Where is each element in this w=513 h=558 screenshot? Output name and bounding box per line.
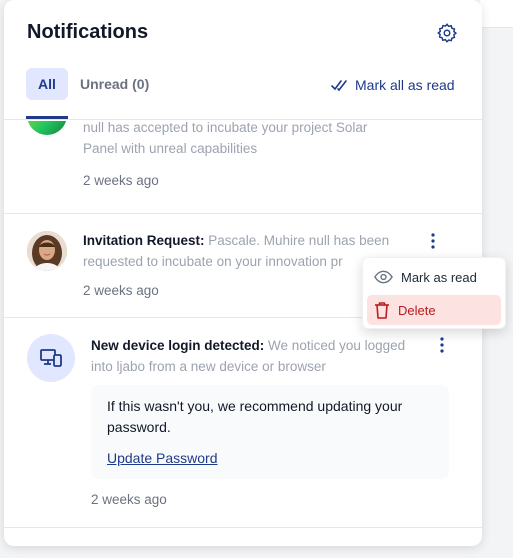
update-password-link[interactable]: Update Password <box>107 450 218 466</box>
context-menu: Mark as read Delete <box>362 257 506 329</box>
notification-list[interactable]: null has accepted to incubate your proje… <box>4 121 482 546</box>
more-options-icon[interactable] <box>435 336 449 354</box>
avatar <box>27 231 67 271</box>
notification-time: 2 weeks ago <box>83 283 159 298</box>
background-header-strip <box>480 0 513 28</box>
delete-menu-item[interactable]: Delete <box>367 295 501 325</box>
tab-active-indicator <box>26 116 68 119</box>
tab-all[interactable]: All <box>26 68 68 100</box>
notification-item[interactable] <box>4 528 482 546</box>
notification-text-line2: Panel with unreal capabilities <box>83 141 258 156</box>
mark-as-read-label: Mark as read <box>401 269 477 285</box>
devices-icon <box>27 334 75 382</box>
mark-all-read-label: Mark all as read <box>355 77 455 93</box>
notification-text-line1: New device login detected: We noticed yo… <box>91 338 406 353</box>
notification-text-line2: requested to incubate on your innovation… <box>83 254 343 269</box>
notification-text-line1: Invitation Request: Pascale. Muhire null… <box>83 233 390 248</box>
gear-icon[interactable] <box>436 22 458 44</box>
notification-text-line2: into ljabo from a new device or browser <box>91 359 326 374</box>
double-check-icon <box>331 80 347 92</box>
notification-time: 2 weeks ago <box>83 173 159 188</box>
notification-title: New device login detected: <box>91 338 265 353</box>
eye-icon <box>374 270 393 284</box>
tab-bar: All Unread (0) Mark all as read <box>4 68 482 120</box>
notification-item[interactable]: New device login detected: We noticed yo… <box>4 318 482 528</box>
mark-all-read-button[interactable]: Mark all as read <box>331 77 455 93</box>
warning-text: If this wasn't you, we recommend updatin… <box>107 398 403 435</box>
mark-as-read-menu-item[interactable]: Mark as read <box>367 262 501 292</box>
tab-unread[interactable]: Unread (0) <box>80 76 149 92</box>
notification-time: 2 weeks ago <box>91 492 167 507</box>
avatar <box>27 121 67 135</box>
panel-title: Notifications <box>27 21 149 43</box>
notification-item[interactable]: null has accepted to incubate your proje… <box>4 121 482 214</box>
notification-title: Invitation Request: <box>83 233 205 248</box>
trash-icon <box>375 302 389 319</box>
more-options-icon[interactable] <box>426 232 440 250</box>
delete-label: Delete <box>398 302 436 318</box>
security-warning-box: If this wasn't you, we recommend updatin… <box>91 385 449 479</box>
notification-text-line1: null has accepted to incubate your proje… <box>83 121 368 135</box>
